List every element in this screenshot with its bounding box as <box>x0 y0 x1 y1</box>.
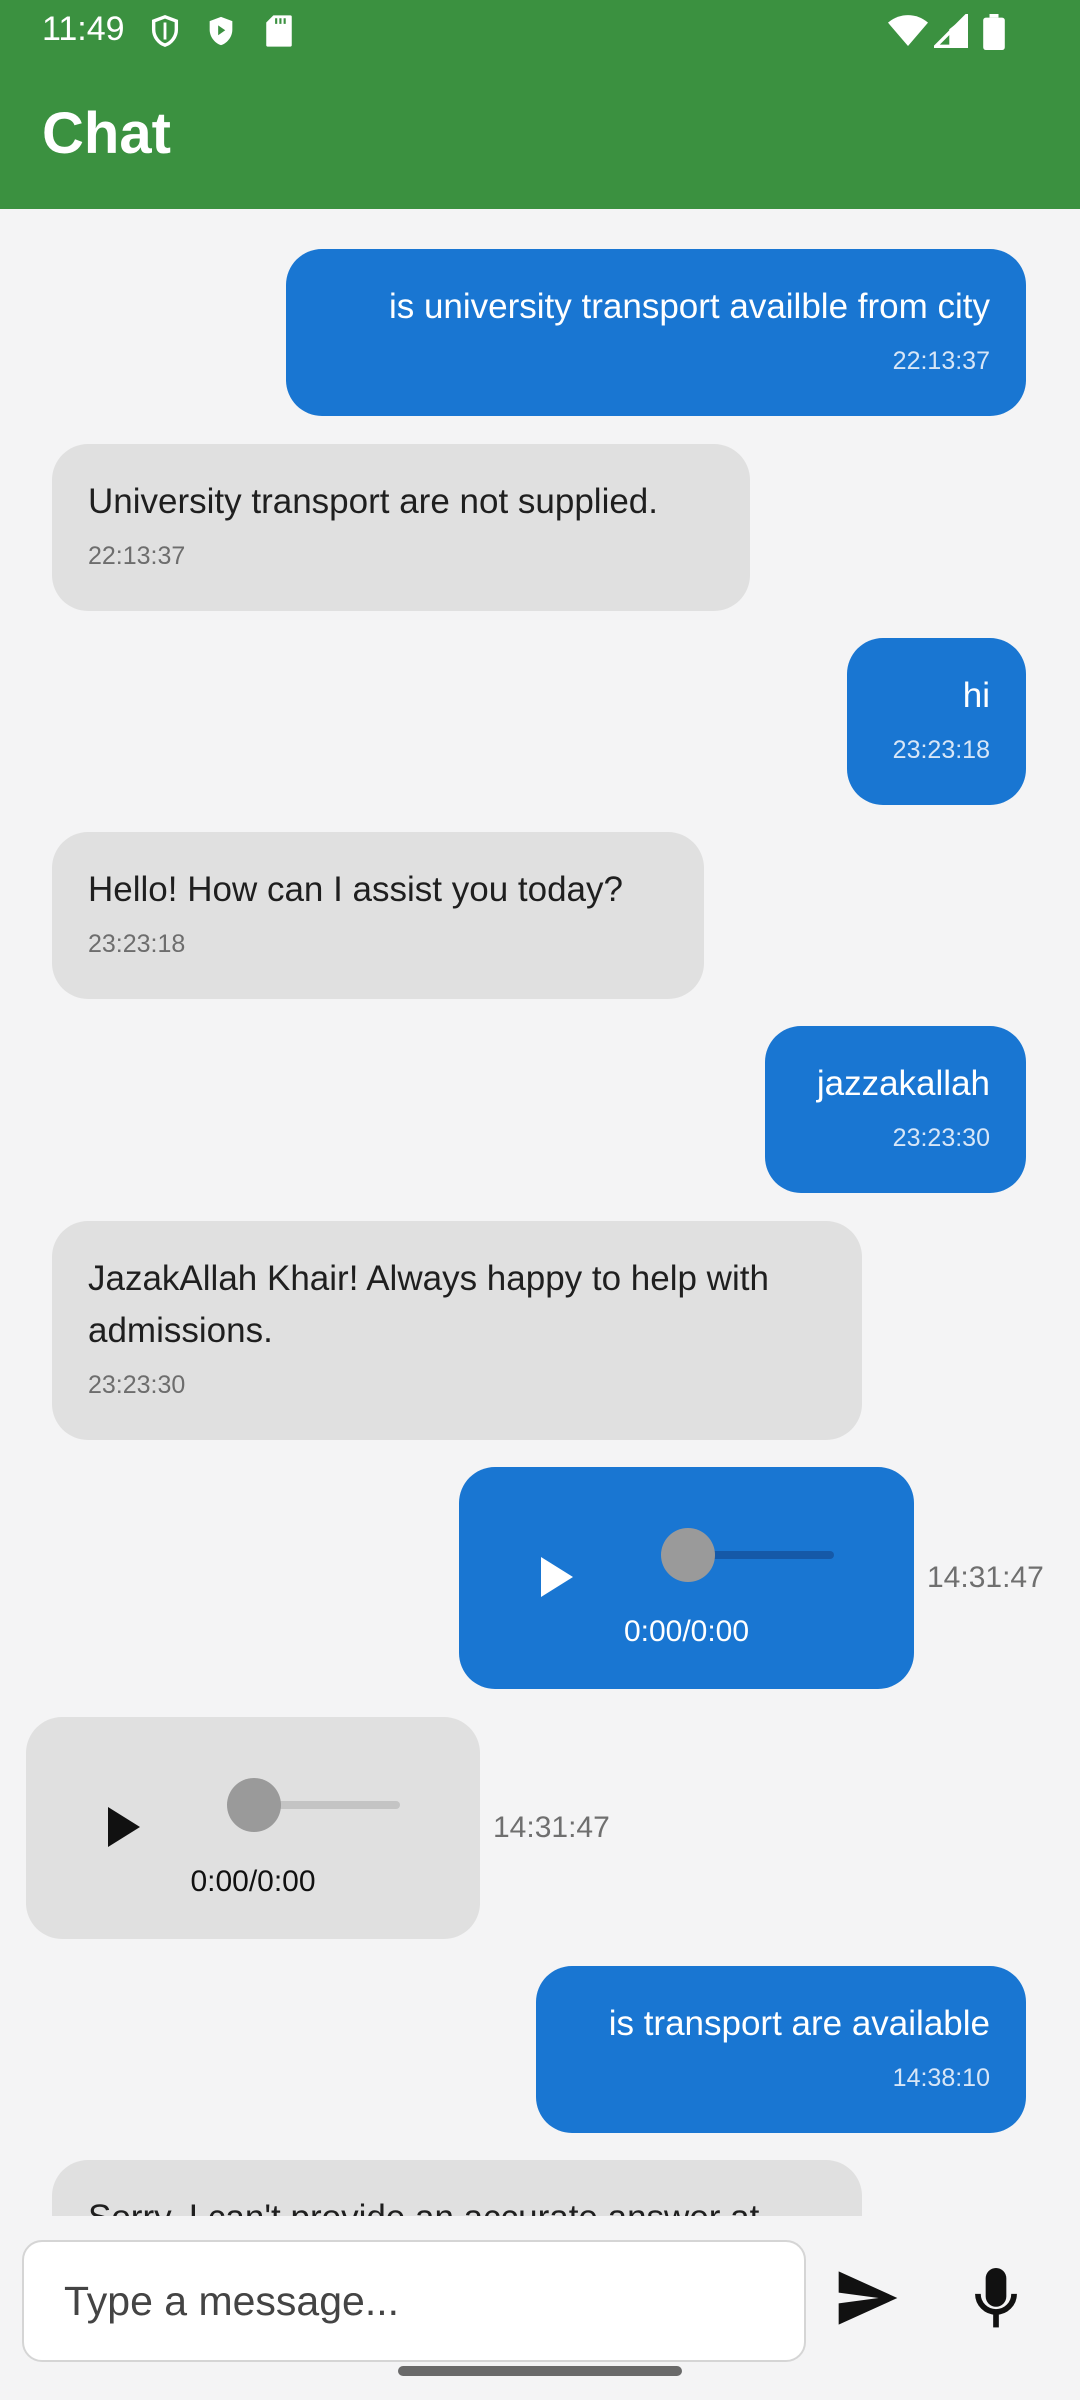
audio-timestamp: 14:31:47 <box>927 1561 1044 1594</box>
audio-seek-thumb[interactable] <box>661 1528 715 1582</box>
status-bar: 11:49 <box>0 0 1080 62</box>
bot-message-bubble: Sorry, I can't provide an accurate answe… <box>52 2160 862 2216</box>
message-text: is university transport availble from ci… <box>388 287 990 326</box>
mic-icon[interactable] <box>972 2268 1020 2330</box>
message-text: hi <box>962 676 990 715</box>
page-title: Chat <box>42 101 171 166</box>
audio-seek-thumb[interactable] <box>227 1778 281 1832</box>
message-timestamp: 22:13:37 <box>88 542 186 570</box>
message-timestamp: 23:23:30 <box>892 1124 990 1152</box>
sd-card-icon <box>266 15 292 47</box>
message-list[interactable]: is university transport availble from ci… <box>0 209 1080 2216</box>
message-text: Hello! How can I assist you today? <box>88 870 623 909</box>
message-timestamp: 23:23:18 <box>88 930 186 958</box>
bot-message-bubble: University transport are not supplied. 2… <box>52 444 750 611</box>
play-icon[interactable] <box>102 1805 142 1849</box>
message-text: is transport are available <box>608 2004 990 2043</box>
user-message-bubble: jazzakallah 23:23:30 <box>765 1026 1026 1193</box>
bot-message-bubble: JazakAllah Khair! Always happy to help w… <box>52 1221 862 1440</box>
app-bar: 11:49 Chat <box>0 0 1080 209</box>
audio-duration: 0:00/0:00 <box>190 1865 316 1898</box>
user-audio-message: 0:00/0:00 <box>459 1467 914 1689</box>
status-time: 11:49 <box>42 10 125 48</box>
wifi-icon <box>888 15 928 46</box>
user-message-bubble: hi 23:23:18 <box>847 638 1026 805</box>
message-text: JazakAllah Khair! Always happy to help w… <box>88 1259 769 1350</box>
message-text: Sorry, I can't provide an accurate answe… <box>88 2192 826 2216</box>
user-message-bubble: is university transport availble from ci… <box>286 249 1026 416</box>
message-text: jazzakallah <box>816 1064 990 1103</box>
home-indicator[interactable] <box>398 2366 682 2376</box>
signal-icon <box>934 14 968 48</box>
play-protect-icon <box>209 16 233 46</box>
message-timestamp: 22:13:37 <box>892 347 990 375</box>
battery-icon <box>983 14 1005 50</box>
bot-message-bubble: Hello! How can I assist you today? 23:23… <box>52 832 704 999</box>
bot-audio-message: 0:00/0:00 <box>26 1717 480 1939</box>
shield-icon <box>151 15 179 47</box>
message-input-placeholder: Type a message... <box>64 2278 400 2324</box>
message-text: University transport are not supplied. <box>88 482 658 521</box>
user-message-bubble: is transport are available 14:38:10 <box>536 1966 1026 2133</box>
message-timestamp: 14:38:10 <box>892 2064 990 2092</box>
message-timestamp: 23:23:18 <box>892 736 990 764</box>
message-input[interactable]: Type a message... <box>22 2240 806 2362</box>
audio-timestamp: 14:31:47 <box>493 1811 610 1844</box>
audio-duration: 0:00/0:00 <box>623 1615 750 1648</box>
play-icon[interactable] <box>535 1555 575 1599</box>
message-timestamp: 23:23:30 <box>88 1371 186 1399</box>
send-icon[interactable] <box>836 2268 900 2328</box>
